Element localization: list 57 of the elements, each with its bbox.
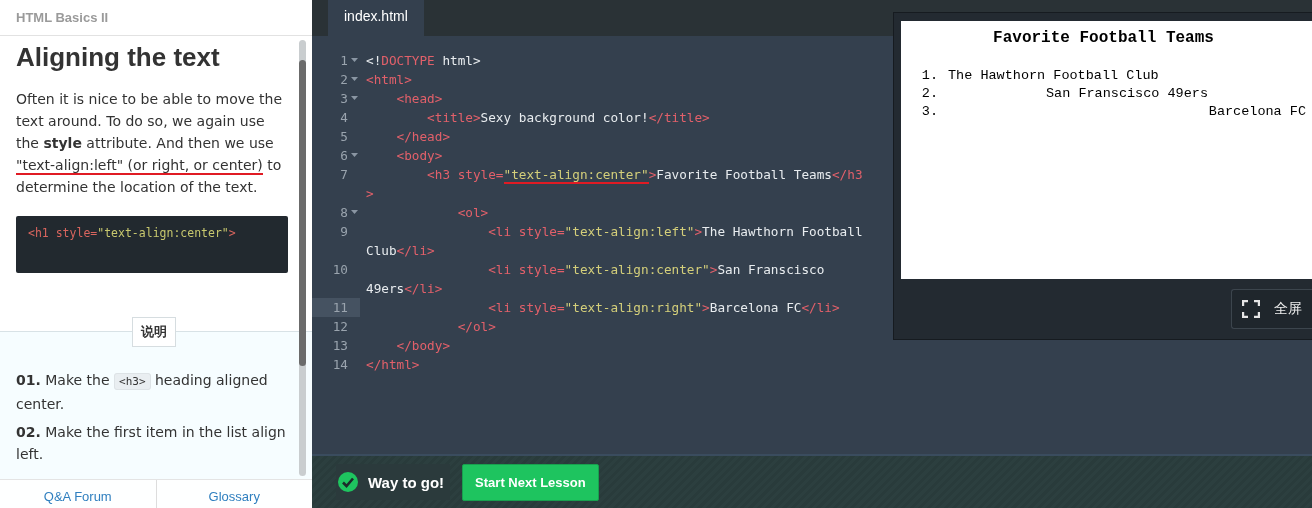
line-number: 4: [339, 110, 348, 125]
scrollbar[interactable]: [299, 40, 306, 476]
list-item-text: Barcelona FC: [1208, 103, 1306, 121]
code-line: <html>: [366, 72, 412, 87]
course-title: HTML Basics II: [16, 10, 109, 25]
code-line: >: [366, 186, 374, 201]
success-message: Way to go!: [368, 473, 445, 491]
code-line: </body>: [395, 338, 451, 353]
line-number: 7: [339, 167, 348, 182]
code-line: <h3 style="text-align:center">Favorite Football Teams</h3: [426, 167, 863, 182]
code-line: </head>: [395, 129, 451, 144]
line-number: 13: [331, 338, 348, 353]
line-number: 12: [331, 319, 348, 334]
code-line: <title>Sexy background color!</title>: [426, 110, 710, 125]
line-number: 10: [331, 262, 348, 277]
fullscreen-button[interactable]: 全屏: [1231, 289, 1312, 329]
line-number: 9: [339, 224, 348, 239]
line-number: 3: [339, 91, 348, 106]
code-line: </ol>: [456, 319, 496, 334]
check-icon: [338, 472, 358, 492]
fold-arrow-icon[interactable]: [351, 210, 358, 215]
active-line-number: 11: [312, 298, 360, 317]
list-number: 1.: [920, 67, 939, 85]
line-number: 8: [339, 205, 348, 220]
instruction-item: 01. Make the <h3> heading aligned center.: [16, 371, 269, 414]
line-number: 5: [339, 129, 348, 144]
code-line: Club</li>: [366, 243, 435, 258]
list-item-text: San Franscisco 49ers: [1046, 85, 1208, 103]
lesson-title: Aligning the text: [16, 41, 221, 74]
code-line: <!DOCTYPE html>: [366, 53, 481, 68]
code-line: 49ers</li>: [366, 281, 443, 296]
file-tab[interactable]: index.html: [328, 0, 424, 36]
instruction-item: 02. Make the first item in the list align left.: [16, 423, 287, 464]
line-number: 14: [331, 357, 348, 372]
code-line: <head>: [395, 91, 443, 106]
line-number: 1: [339, 53, 348, 68]
lesson-paragraph: Often it is nice to be able to move the text around. To do so, we again use the style attribute. And then we use "text-align:left" (or right, or center) to determine the location of the text.: [16, 90, 284, 197]
fold-arrow-icon[interactable]: [351, 58, 358, 63]
fold-arrow-icon[interactable]: [351, 96, 358, 101]
list-item-text: The Hawthorn Football Club: [948, 67, 1159, 85]
list-number: 2.: [920, 85, 939, 103]
code-line: <ol>: [456, 205, 489, 220]
footer-link[interactable]: Q&A Forum: [0, 480, 156, 508]
code-line: <li style="text-align:right">Barcelona FC</li>: [487, 300, 840, 315]
code-line: </html>: [366, 357, 420, 372]
code-line: <body>: [395, 148, 443, 163]
fold-arrow-icon[interactable]: [351, 153, 358, 158]
fold-arrow-icon[interactable]: [351, 77, 358, 82]
code-example: <h1 style="text-align:center">: [16, 216, 288, 273]
fullscreen-icon: [1242, 300, 1260, 318]
code-line: <li style="text-align:left">The Hawthorn Football: [487, 224, 863, 239]
line-number: 2: [339, 72, 348, 87]
code-line: <li style="text-align:center">San Franscisco: [487, 262, 825, 277]
line-number: 6: [339, 148, 348, 163]
instructions-tab[interactable]: 说明: [132, 317, 176, 347]
preview-heading: Favorite Football Teams: [992, 29, 1215, 47]
list-number: 3.: [920, 103, 939, 121]
